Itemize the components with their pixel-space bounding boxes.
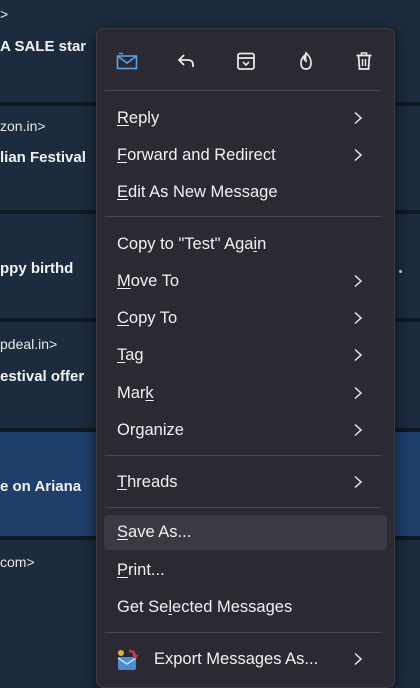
chevron-right-icon: [354, 348, 363, 362]
chevron-right-icon: [354, 475, 363, 489]
menu-separator: [105, 632, 381, 633]
export-messages-icon: [117, 649, 139, 670]
menu-item-label: Mark: [117, 384, 154, 402]
message-subject: estival offer: [0, 368, 85, 385]
menu-item-label: Export Messages As...: [154, 650, 319, 668]
menu-separator: [105, 216, 381, 217]
menu-item-forward-and-redirect[interactable]: Forward and Redirect: [104, 138, 387, 173]
menu-item-label: Organize: [117, 421, 184, 439]
menu-item-move-to[interactable]: Move To: [104, 264, 387, 299]
menu-item-copy-to[interactable]: Copy To: [104, 301, 387, 336]
menu-item-save-as[interactable]: Save As...: [104, 515, 387, 550]
unread-dot-icon: [399, 270, 402, 273]
menu-item-copy-to-test-again[interactable]: Copy to "Test" Again: [104, 227, 387, 262]
chevron-right-icon: [354, 652, 363, 666]
menu-item-label: Copy to "Test" Again: [117, 235, 267, 253]
menu-item-label: Print...: [117, 561, 165, 579]
menu-separator: [105, 455, 381, 456]
message-sender: >: [0, 6, 9, 22]
message-subject: e on Ariana: [0, 478, 82, 495]
delete-button[interactable]: [351, 48, 377, 74]
menu-item-label: Reply: [117, 109, 160, 127]
junk-button[interactable]: [293, 48, 319, 74]
menu-item-organize[interactable]: Organize: [104, 413, 387, 448]
menu-item-print[interactable]: Print...: [104, 553, 387, 588]
menu-item-edit-as-new-message[interactable]: Edit As New Message: [104, 175, 387, 210]
message-sender: zon.in>: [0, 118, 46, 134]
message-subject: ppy birthd: [0, 260, 74, 277]
menu-item-label: Copy To: [117, 309, 178, 327]
menu-item-export-messages-as[interactable]: Export Messages As...: [104, 642, 387, 677]
junk-icon: [300, 51, 312, 70]
menu-toolbar: [97, 29, 394, 89]
message-context-menu: Reply Forward and Redirect Edit As New M…: [96, 28, 395, 688]
menu-item-threads[interactable]: Threads: [104, 465, 387, 500]
reply-button[interactable]: [174, 48, 200, 74]
chevron-right-icon: [354, 311, 363, 325]
menu-item-label: Tag: [117, 346, 144, 364]
menu-item-label: Edit As New Message: [117, 183, 278, 201]
menu-item-label: Move To: [117, 272, 180, 290]
menu-item-reply[interactable]: Reply: [104, 101, 387, 136]
reply-icon: [177, 54, 194, 67]
message-subject: lian Festival: [0, 149, 86, 166]
menu-separator: [105, 507, 381, 508]
message-subject: A SALE star: [0, 38, 87, 55]
chevron-right-icon: [354, 423, 363, 437]
archive-button[interactable]: [233, 48, 259, 74]
menu-item-mark[interactable]: Mark: [104, 376, 387, 411]
menu-item-label: Forward and Redirect: [117, 146, 276, 164]
chevron-right-icon: [354, 148, 363, 162]
new-message-button[interactable]: [114, 48, 140, 74]
menu-item-label: Save As...: [117, 523, 192, 541]
menu-item-get-selected-messages[interactable]: Get Selected Messages: [104, 590, 387, 625]
delete-icon: [356, 52, 372, 70]
chevron-right-icon: [354, 111, 363, 125]
chevron-right-icon: [354, 274, 363, 288]
menu-item-tag[interactable]: Tag: [104, 338, 387, 373]
message-sender: pdeal.in>: [0, 336, 58, 352]
new-message-icon: [116, 52, 138, 70]
menu-item-label: Get Selected Messages: [117, 598, 293, 616]
archive-icon: [237, 52, 255, 70]
chevron-right-icon: [354, 386, 363, 400]
message-sender: com>: [0, 554, 35, 570]
menu-separator: [105, 90, 381, 91]
menu-item-label: Threads: [117, 473, 178, 491]
